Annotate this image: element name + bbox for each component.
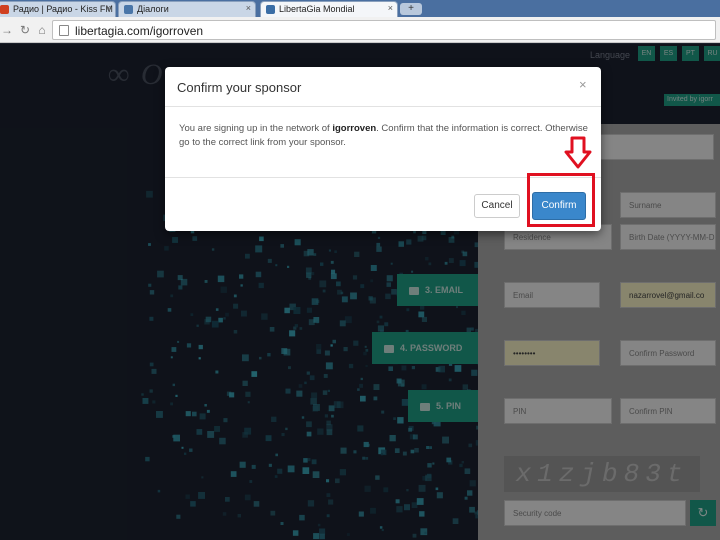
modal-header: Confirm your sponsor × — [165, 67, 601, 107]
browser-toolbar: → ↻ ⌂ libertagia.com/igorroven — [0, 17, 720, 43]
annotation-down-arrow-icon — [564, 136, 592, 169]
close-tab-icon[interactable]: × — [106, 3, 111, 13]
vk-favicon-icon — [124, 5, 133, 14]
radio-favicon-icon — [0, 5, 9, 14]
page-icon — [59, 25, 69, 36]
address-bar[interactable]: libertagia.com/igorroven — [52, 20, 716, 40]
home-icon[interactable]: ⌂ — [35, 22, 49, 38]
modal-title: Confirm your sponsor — [177, 80, 302, 95]
browser-tab-radio[interactable]: Радио | Радио - Kiss FM × — [0, 1, 116, 17]
back-arrow-icon[interactable]: → — [0, 22, 14, 38]
close-tab-icon[interactable]: × — [246, 3, 251, 13]
browser-tab-bar: Радио | Радио - Kiss FM × Діалоги × Libe… — [0, 0, 720, 17]
modal-message: You are signing up in the network of igo… — [179, 122, 589, 150]
browser-tab-dialogs[interactable]: Діалоги × — [118, 1, 256, 17]
annotation-highlight-box — [527, 173, 595, 227]
tab-label: LibertaGia Mondial — [279, 4, 355, 14]
reload-icon[interactable]: ↻ — [18, 22, 32, 38]
close-icon[interactable]: × — [579, 77, 587, 92]
message-prefix: You are signing up in the network of — [179, 123, 333, 134]
tab-label: Радио | Радио - Kiss FM — [13, 4, 113, 14]
close-tab-icon[interactable]: × — [388, 3, 393, 13]
tab-label: Діалоги — [137, 4, 169, 14]
new-tab-button[interactable]: + — [400, 3, 422, 15]
browser-tab-libertagia[interactable]: LibertaGia Mondial × — [260, 1, 398, 17]
libertagia-favicon-icon — [266, 5, 275, 14]
cancel-button[interactable]: Cancel — [474, 194, 520, 218]
sponsor-name: igorroven — [332, 123, 377, 134]
url-text: libertagia.com/igorroven — [75, 24, 204, 38]
